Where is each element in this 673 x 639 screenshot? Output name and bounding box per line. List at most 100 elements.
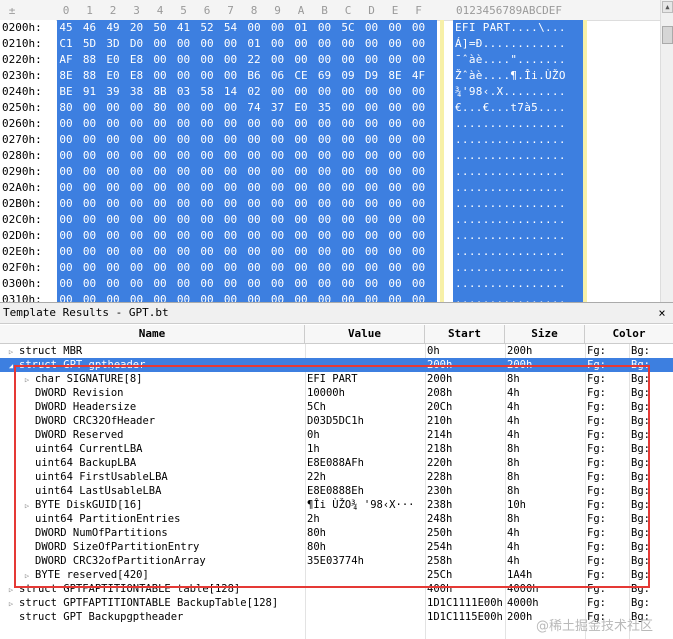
column-header-color[interactable]: Color xyxy=(585,325,673,343)
hex-byte[interactable]: 00 xyxy=(57,228,75,244)
hex-byte[interactable]: 00 xyxy=(316,52,334,68)
hex-byte[interactable]: 00 xyxy=(198,100,216,116)
hex-byte[interactable]: 00 xyxy=(81,244,99,260)
hex-byte[interactable]: 00 xyxy=(222,244,240,260)
row-bg-color[interactable]: Bg: xyxy=(631,358,671,372)
row-fg-color[interactable]: Fg: xyxy=(587,372,627,386)
hex-byte[interactable]: 00 xyxy=(151,132,169,148)
hex-byte[interactable]: 01 xyxy=(292,20,310,36)
hex-byte[interactable]: 00 xyxy=(81,228,99,244)
hex-byte[interactable]: 00 xyxy=(339,260,357,276)
row-fg-color[interactable]: Fg: xyxy=(587,554,627,568)
hex-byte[interactable]: 00 xyxy=(104,276,122,292)
hex-byte[interactable]: 00 xyxy=(57,116,75,132)
ascii-row[interactable]: ................ xyxy=(455,148,566,164)
ascii-row[interactable]: ................ xyxy=(455,180,566,196)
hex-byte[interactable]: 00 xyxy=(104,164,122,180)
hex-byte[interactable]: 00 xyxy=(269,132,287,148)
hex-byte[interactable]: 00 xyxy=(104,260,122,276)
hex-byte[interactable]: 00 xyxy=(104,244,122,260)
hex-byte[interactable]: 00 xyxy=(198,212,216,228)
hex-byte[interactable]: 00 xyxy=(363,36,381,52)
hex-byte[interactable]: 00 xyxy=(104,228,122,244)
hex-byte[interactable]: 35 xyxy=(316,100,334,116)
hex-byte[interactable]: 00 xyxy=(222,68,240,84)
hex-byte[interactable]: 00 xyxy=(128,164,146,180)
hex-byte[interactable]: 00 xyxy=(128,148,146,164)
hex-byte[interactable]: 00 xyxy=(81,276,99,292)
row-fg-color[interactable]: Fg: xyxy=(587,400,627,414)
row-bg-color[interactable]: Bg: xyxy=(631,582,671,596)
row-bg-color[interactable]: Bg: xyxy=(631,442,671,456)
ascii-row[interactable]: EFI PART....\... xyxy=(455,20,566,36)
hex-byte[interactable]: 00 xyxy=(175,100,193,116)
hex-byte[interactable]: 06 xyxy=(269,68,287,84)
hex-byte[interactable]: 00 xyxy=(128,180,146,196)
hex-byte[interactable]: 00 xyxy=(175,132,193,148)
template-row[interactable]: DWORD Revision 10000h 208h 4h Fg: Bg: xyxy=(0,386,673,400)
hex-byte[interactable]: 5D xyxy=(81,36,99,52)
hex-byte[interactable]: 00 xyxy=(104,100,122,116)
hex-byte[interactable]: 00 xyxy=(363,244,381,260)
hex-byte[interactable]: 00 xyxy=(151,116,169,132)
hex-byte[interactable]: 09 xyxy=(339,68,357,84)
hex-byte[interactable]: 00 xyxy=(339,132,357,148)
hex-byte[interactable]: 00 xyxy=(245,148,263,164)
close-icon[interactable]: × xyxy=(655,304,669,322)
hex-byte[interactable]: 00 xyxy=(57,148,75,164)
hex-byte[interactable]: 14 xyxy=(222,84,240,100)
hex-byte[interactable]: D0 xyxy=(128,36,146,52)
hex-byte[interactable]: 01 xyxy=(245,36,263,52)
row-bg-color[interactable]: Bg: xyxy=(631,400,671,414)
hex-byte[interactable]: 00 xyxy=(222,228,240,244)
hex-byte[interactable]: 00 xyxy=(175,116,193,132)
hex-byte[interactable]: E0 xyxy=(104,68,122,84)
hex-byte[interactable]: 00 xyxy=(104,116,122,132)
expand-icon[interactable]: ▷ xyxy=(22,569,32,582)
hex-byte[interactable]: 00 xyxy=(57,260,75,276)
row-fg-color[interactable]: Fg: xyxy=(587,386,627,400)
template-row[interactable]: DWORD CRC32ofPartitionArray 35E03774h 258h… xyxy=(0,554,673,568)
hex-byte[interactable]: 00 xyxy=(386,212,404,228)
hex-byte[interactable]: 02 xyxy=(245,84,263,100)
hex-byte[interactable]: 00 xyxy=(128,212,146,228)
hex-byte[interactable]: 00 xyxy=(386,148,404,164)
hex-byte[interactable]: 00 xyxy=(128,196,146,212)
row-bg-color[interactable]: Bg: xyxy=(631,456,671,470)
collapse-icon[interactable]: ◢ xyxy=(6,359,16,372)
row-bg-color[interactable]: Bg: xyxy=(631,372,671,386)
hex-byte[interactable]: 00 xyxy=(316,228,334,244)
hex-byte[interactable]: 00 xyxy=(316,196,334,212)
hex-byte[interactable]: 00 xyxy=(198,228,216,244)
row-bg-color[interactable]: Bg: xyxy=(631,554,671,568)
hex-byte[interactable]: 00 xyxy=(198,180,216,196)
hex-byte[interactable]: 00 xyxy=(363,276,381,292)
hex-byte[interactable]: 00 xyxy=(316,20,334,36)
hex-byte[interactable]: 00 xyxy=(339,196,357,212)
hex-byte[interactable]: BE xyxy=(57,84,75,100)
row-fg-color[interactable]: Fg: xyxy=(587,484,627,498)
hex-byte[interactable]: 00 xyxy=(339,84,357,100)
hex-byte[interactable]: 00 xyxy=(410,260,428,276)
hex-byte[interactable]: 00 xyxy=(410,148,428,164)
ascii-row[interactable]: ................ xyxy=(455,116,566,132)
hex-byte[interactable]: 00 xyxy=(269,228,287,244)
row-fg-color[interactable]: Fg: xyxy=(587,540,627,554)
ascii-row[interactable]: ................ xyxy=(455,260,566,276)
hex-byte[interactable]: 00 xyxy=(386,100,404,116)
hex-byte[interactable]: 41 xyxy=(175,20,193,36)
expand-icon[interactable]: ▷ xyxy=(6,583,16,596)
hex-byte[interactable]: 00 xyxy=(386,132,404,148)
hex-byte[interactable]: 69 xyxy=(316,68,334,84)
hex-byte[interactable]: 00 xyxy=(410,52,428,68)
hex-byte[interactable]: 00 xyxy=(222,276,240,292)
hex-byte[interactable]: 00 xyxy=(363,148,381,164)
hex-byte[interactable]: 00 xyxy=(245,20,263,36)
hex-byte[interactable]: 00 xyxy=(386,52,404,68)
hex-byte[interactable]: 00 xyxy=(386,196,404,212)
hex-byte[interactable]: 80 xyxy=(57,100,75,116)
template-row[interactable]: ▷ char SIGNATURE[8] EFI PART 200h 8h Fg: Bg: xyxy=(0,372,673,386)
hex-byte[interactable]: 80 xyxy=(151,100,169,116)
hex-byte[interactable]: 00 xyxy=(198,68,216,84)
hex-byte[interactable]: 00 xyxy=(151,260,169,276)
